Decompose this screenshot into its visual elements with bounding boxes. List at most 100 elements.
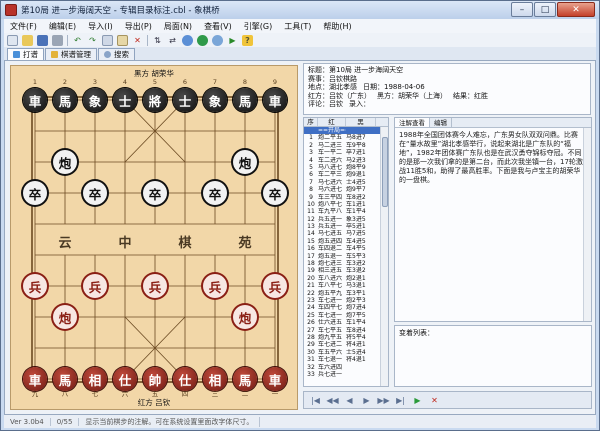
red-piece[interactable]: 兵 xyxy=(263,274,287,298)
move-row[interactable]: 25 车七进一 炮7平5 xyxy=(304,312,388,319)
prev-icon[interactable]: ◀◀ xyxy=(326,395,338,406)
stop-icon[interactable]: ✕ xyxy=(429,395,440,406)
move-row[interactable]: 18 炮七进三 车3进2 xyxy=(304,260,388,267)
menu-view[interactable]: 查看(V) xyxy=(198,21,238,32)
black-piece[interactable]: 士 xyxy=(173,88,197,112)
menu-engine[interactable]: 引擎(G) xyxy=(238,21,278,32)
black-piece[interactable]: 卒 xyxy=(263,181,287,205)
move-row[interactable]: 24 车四平七 炮7进4 xyxy=(304,304,388,311)
move-row[interactable]: 23 车七进一 炮2平3 xyxy=(304,297,388,304)
move-row[interactable]: 2 马二进三 车9平8 xyxy=(304,142,388,149)
record-icon[interactable] xyxy=(212,34,223,46)
move-row[interactable]: 22 炮五平九 车3平1 xyxy=(304,290,388,297)
menu-tools[interactable]: 工具(T) xyxy=(278,21,317,32)
analyze-icon[interactable] xyxy=(182,34,193,46)
move-row[interactable]: 8 马六进七 炮9平7 xyxy=(304,186,388,193)
black-piece[interactable]: 卒 xyxy=(83,181,107,205)
black-piece[interactable]: 士 xyxy=(113,88,137,112)
red-piece[interactable]: 兵 xyxy=(203,274,227,298)
flip-icon[interactable]: ⇅ xyxy=(152,35,163,46)
black-piece[interactable]: 車 xyxy=(263,88,287,112)
move-row[interactable]: 26 仕六进五 车1平4 xyxy=(304,319,388,326)
play-icon[interactable]: ▶ xyxy=(227,35,238,46)
move-row[interactable]: 21 车八平七 马3退1 xyxy=(304,282,388,289)
move-row[interactable]: 6 车二平三 炮9退1 xyxy=(304,171,388,178)
move-row[interactable]: 28 炮九平五 将5平4 xyxy=(304,334,388,341)
menu-file[interactable]: 文件(F) xyxy=(4,21,43,32)
redo-icon[interactable]: ↷ xyxy=(87,35,98,46)
prev-step-icon[interactable]: ◀ xyxy=(344,395,355,406)
move-row[interactable]: 27 车七平五 车8进4 xyxy=(304,327,388,334)
move-row[interactable]: 11 车九平八 车1平4 xyxy=(304,208,388,215)
move-row[interactable]: 30 车五平六 士5进4 xyxy=(304,349,388,356)
move-row[interactable]: 33 兵七进一 xyxy=(304,371,388,378)
swap-icon[interactable]: ⇄ xyxy=(167,35,178,46)
move-list-scrollbar[interactable] xyxy=(380,127,388,386)
move-row[interactable]: 16 车四退二 车4平5 xyxy=(304,245,388,252)
move-row[interactable]: 13 兵五进一 卒5进1 xyxy=(304,223,388,230)
move-row[interactable]: ==开局== xyxy=(304,127,388,135)
black-piece[interactable]: 將 xyxy=(143,88,167,112)
engine-icon[interactable] xyxy=(197,34,208,46)
play-icon[interactable]: ▶ xyxy=(412,395,423,406)
open-icon[interactable] xyxy=(22,34,33,46)
black-piece[interactable]: 馬 xyxy=(233,88,257,112)
print-icon[interactable] xyxy=(52,34,63,46)
move-row[interactable]: 14 马七进五 马7进5 xyxy=(304,230,388,237)
move-row[interactable]: 31 车七退一 将4退1 xyxy=(304,356,388,363)
new-icon[interactable] xyxy=(7,34,18,46)
menu-export[interactable]: 导出(P) xyxy=(119,21,158,32)
move-row[interactable]: 20 车八进六 炮2退1 xyxy=(304,275,388,282)
move-row[interactable]: 4 车二进六 马2进3 xyxy=(304,157,388,164)
move-row[interactable]: 15 炮五进四 车4进5 xyxy=(304,238,388,245)
save-icon[interactable] xyxy=(37,34,48,46)
move-row[interactable]: 10 炮八平七 车1进1 xyxy=(304,201,388,208)
move-row[interactable]: 1 炮二平五 马8进7 xyxy=(304,134,388,141)
close-button[interactable]: ✕ xyxy=(557,2,595,17)
help-icon[interactable]: ? xyxy=(242,34,253,46)
black-piece[interactable]: 卒 xyxy=(143,181,167,205)
move-row[interactable]: 29 车七进二 将4进1 xyxy=(304,341,388,348)
paste-icon[interactable] xyxy=(117,34,128,46)
last-icon[interactable]: ▶| xyxy=(395,395,406,406)
menu-help[interactable]: 帮助(H) xyxy=(317,21,357,32)
move-row[interactable]: 3 车一平二 卒7进1 xyxy=(304,149,388,156)
red-piece[interactable]: 兵 xyxy=(23,274,47,298)
move-row[interactable]: 9 车三平四 车8进2 xyxy=(304,194,388,201)
minimize-button[interactable]: – xyxy=(511,2,533,17)
menu-position[interactable]: 局面(N) xyxy=(158,21,198,32)
move-list[interactable]: 序 红 黑 ==开局==1炮二平五马8进72马二进三车9平83车一平二卒7进14… xyxy=(303,117,389,387)
next-icon[interactable]: ▶▶ xyxy=(377,395,389,406)
menu-edit[interactable]: 编辑(E) xyxy=(43,21,82,32)
tab-play[interactable]: 打谱 xyxy=(7,48,44,60)
red-piece[interactable]: 炮 xyxy=(233,305,257,329)
delete-icon[interactable]: ✕ xyxy=(132,35,143,46)
red-piece[interactable]: 炮 xyxy=(53,305,77,329)
black-piece[interactable]: 車 xyxy=(23,88,47,112)
copy-icon[interactable] xyxy=(102,34,113,46)
black-piece[interactable]: 馬 xyxy=(53,88,77,112)
tab-library[interactable]: 棋谱管理 xyxy=(45,48,97,60)
first-icon[interactable]: |◀ xyxy=(310,395,321,406)
black-piece[interactable]: 象 xyxy=(203,88,227,112)
variation-list[interactable]: 变着列表： xyxy=(394,325,592,387)
notes-scrollbar[interactable] xyxy=(583,128,591,321)
chess-board[interactable]: 黑方 胡荣华 123456789 云中棋苑 車馬象士將士象馬車炮炮卒卒卒卒卒兵兵… xyxy=(10,65,298,410)
move-row[interactable]: 19 相三进五 车3退2 xyxy=(304,267,388,274)
black-piece[interactable]: 卒 xyxy=(23,181,47,205)
black-piece[interactable]: 炮 xyxy=(53,150,77,174)
move-row[interactable]: 17 炮五退一 车5平3 xyxy=(304,253,388,260)
menu-import[interactable]: 导入(I) xyxy=(82,21,119,32)
maximize-button[interactable]: □ xyxy=(534,2,556,17)
move-row[interactable]: 5 马八进七 炮8平9 xyxy=(304,164,388,171)
scroll-thumb[interactable] xyxy=(382,137,388,207)
move-row[interactable]: 12 兵五进一 象3进5 xyxy=(304,216,388,223)
tab-search[interactable]: 搜索 xyxy=(98,48,135,60)
tab-notes-edit[interactable]: 编辑 xyxy=(430,118,452,127)
red-piece[interactable]: 兵 xyxy=(83,274,107,298)
tab-notes-view[interactable]: 注解查看 xyxy=(395,118,430,127)
red-piece[interactable]: 兵 xyxy=(143,274,167,298)
undo-icon[interactable]: ↶ xyxy=(72,35,83,46)
move-row[interactable]: 32 车六进四 xyxy=(304,364,388,371)
next-step-icon[interactable]: ▶ xyxy=(361,395,372,406)
